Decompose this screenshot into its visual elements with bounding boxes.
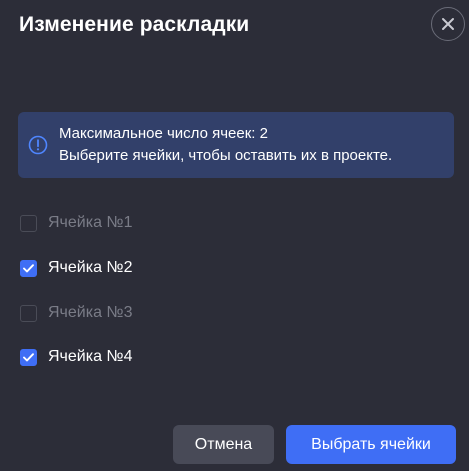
checkmark-icon [23,263,34,272]
option-cell-2[interactable]: Ячейка №2 [20,257,132,279]
cancel-button[interactable]: Отмена [173,425,274,464]
option-label: Ячейка №3 [48,304,133,321]
checkbox-cell-1[interactable] [20,214,37,232]
dialog-title: Изменение раскладки [19,13,250,36]
checkbox-cell-3[interactable] [20,304,37,322]
option-label: Ячейка №1 [48,214,133,231]
close-icon [442,18,454,30]
info-banner: Максимальное число ячеек: 2 Выберите яче… [18,112,454,178]
checkbox-cell-4[interactable] [20,348,37,366]
option-label: Ячейка №2 [48,259,133,276]
change-layout-dialog: Изменение раскладки Максимальное число я… [0,0,469,471]
option-label: Ячейка №4 [48,348,133,365]
checkbox-cell-2[interactable] [20,259,37,277]
info-text-max-cells: Максимальное число ячеек: 2 [59,125,268,142]
checkmark-icon [23,352,34,361]
info-circle-icon [28,135,48,155]
close-button[interactable] [431,7,465,41]
info-text-instruction: Выберите ячейки, чтобы оставить их в про… [59,147,393,164]
option-cell-1[interactable]: Ячейка №1 [20,212,132,234]
select-cells-button[interactable]: Выбрать ячейки [286,425,456,464]
option-cell-3[interactable]: Ячейка №3 [20,302,132,324]
option-cell-4[interactable]: Ячейка №4 [20,346,132,368]
